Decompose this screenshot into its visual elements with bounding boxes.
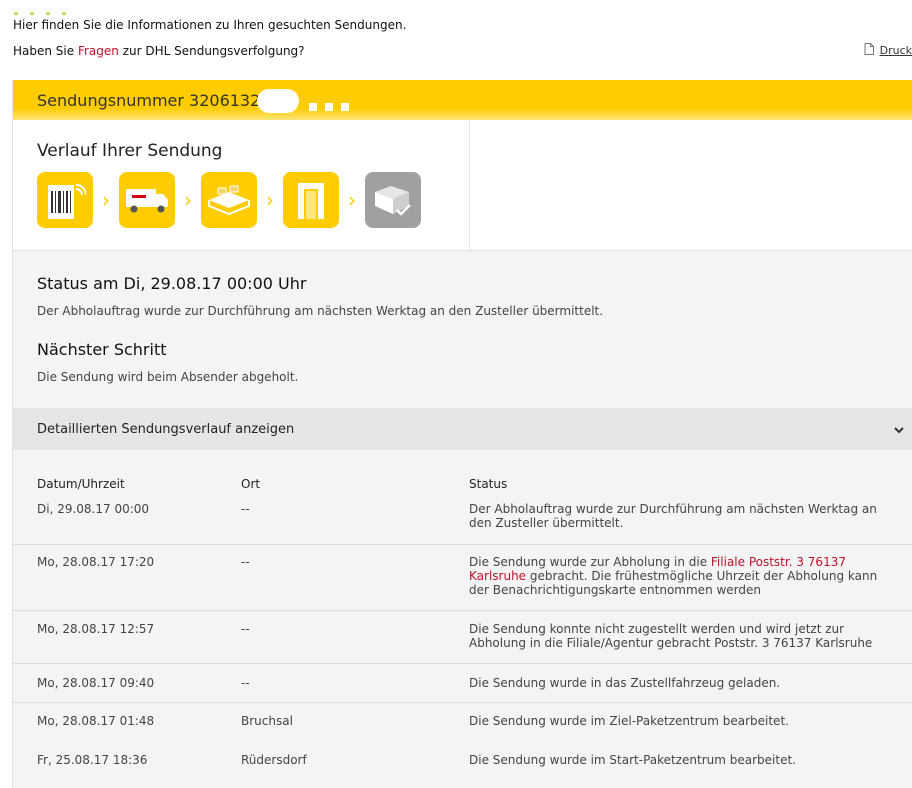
delivered-package-icon (365, 172, 421, 228)
print-icon (864, 43, 874, 58)
column-header-status: Status (469, 477, 508, 491)
redaction-mark (257, 89, 299, 113)
column-header-date: Datum/Uhrzeit (37, 477, 125, 491)
row-status: Die Sendung konnte nicht zugestellt werd… (469, 622, 873, 650)
shipment-number: Sendungsnummer 32061323 (37, 91, 271, 110)
progress-steps: › › › › (37, 172, 421, 228)
table-row: Mo, 28.08.17 09:40 -- Die Sendung wurde … (13, 676, 912, 703)
pickup-station-icon (283, 172, 339, 228)
questions-prefix: Haben Sie (13, 44, 78, 58)
chevron-right-icon: › (184, 188, 192, 212)
delivery-van-icon (119, 172, 175, 228)
row-date: Mo, 28.08.17 09:40 (37, 676, 155, 690)
history-side-area (470, 120, 912, 251)
row-status-suffix: gebracht. Die frühestmögliche Uhrzeit de… (469, 569, 878, 597)
chevron-right-icon: › (102, 188, 110, 212)
history-title: Verlauf Ihrer Sendung (37, 141, 223, 161)
chevron-right-icon: › (348, 188, 356, 212)
print-button[interactable]: Druck (864, 43, 912, 58)
print-link[interactable]: Druck (880, 44, 912, 57)
row-status: Die Sendung wurde im Start-Paketzentrum … (469, 753, 796, 767)
status-text: Der Abholauftrag wurde zur Durchführung … (37, 304, 604, 318)
chevron-right-icon: › (266, 188, 274, 212)
barcode-icon (37, 172, 93, 228)
row-status: Die Sendung wurde in das Zustellfahrzeug… (469, 676, 781, 690)
questions-text: Haben Sie Fragen zur DHL Sendungsverfolg… (13, 44, 305, 58)
show-details-toggle[interactable]: Detaillierten Sendungsverlauf anzeigen (13, 408, 912, 450)
column-header-place: Ort (241, 477, 261, 491)
table-row: Fr, 25.08.17 18:36 Rüdersdorf Die Sendun… (13, 753, 912, 779)
row-place: Rüdersdorf (241, 753, 307, 767)
row-date: Mo, 28.08.17 01:48 (37, 714, 155, 728)
redaction-dots (309, 103, 349, 111)
row-place: Bruchsal (241, 714, 293, 728)
questions-suffix: zur DHL Sendungsverfolgung? (118, 44, 305, 58)
show-details-label: Detaillierten Sendungsverlauf anzeigen (37, 422, 295, 437)
questions-link[interactable]: Fragen (78, 44, 119, 58)
row-place: -- (241, 622, 250, 636)
row-date: Mo, 28.08.17 17:20 (37, 555, 155, 569)
row-status-prefix: Die Sendung wurde zur Abholung in die (469, 555, 711, 569)
table-row: Mo, 28.08.17 12:57 -- Die Sendung konnte… (13, 622, 912, 664)
parcel-center-icon (201, 172, 257, 228)
row-status: Die Sendung wurde zur Abholung in die Fi… (469, 555, 889, 597)
row-place: -- (241, 555, 250, 569)
next-step-title: Nächster Schritt (37, 340, 167, 359)
row-status: Die Sendung wurde im Ziel-Paketzentrum b… (469, 714, 789, 728)
top-decoration (14, 0, 134, 15)
row-status: Der Abholauftrag wurde zur Durchführung … (469, 502, 877, 530)
row-date: Mo, 28.08.17 12:57 (37, 622, 155, 636)
chevron-down-icon[interactable] (893, 421, 905, 440)
row-place: -- (241, 502, 250, 516)
shipment-number-bar: Sendungsnummer 32061323 (13, 80, 912, 120)
next-step-text: Die Sendung wird beim Absender abgeholt. (37, 370, 299, 384)
shipment-panel: Sendungsnummer 32061323 Verlauf Ihrer Se… (12, 80, 912, 788)
intro-text: Hier finden Sie die Informationen zu Ihr… (13, 18, 407, 32)
status-title: Status am Di, 29.08.17 00:00 Uhr (37, 274, 307, 293)
table-row: Mo, 28.08.17 01:48 Bruchsal Die Sendung … (13, 714, 912, 740)
row-date: Fr, 25.08.17 18:36 (37, 753, 148, 767)
shipment-history-box: Verlauf Ihrer Sendung › › › › (13, 120, 470, 251)
table-row: Mo, 28.08.17 17:20 -- Die Sendung wurde … (13, 555, 912, 611)
row-place: -- (241, 676, 250, 690)
table-row: Di, 29.08.17 00:00 -- Der Abholauftrag w… (13, 502, 912, 545)
row-date: Di, 29.08.17 00:00 (37, 502, 150, 516)
